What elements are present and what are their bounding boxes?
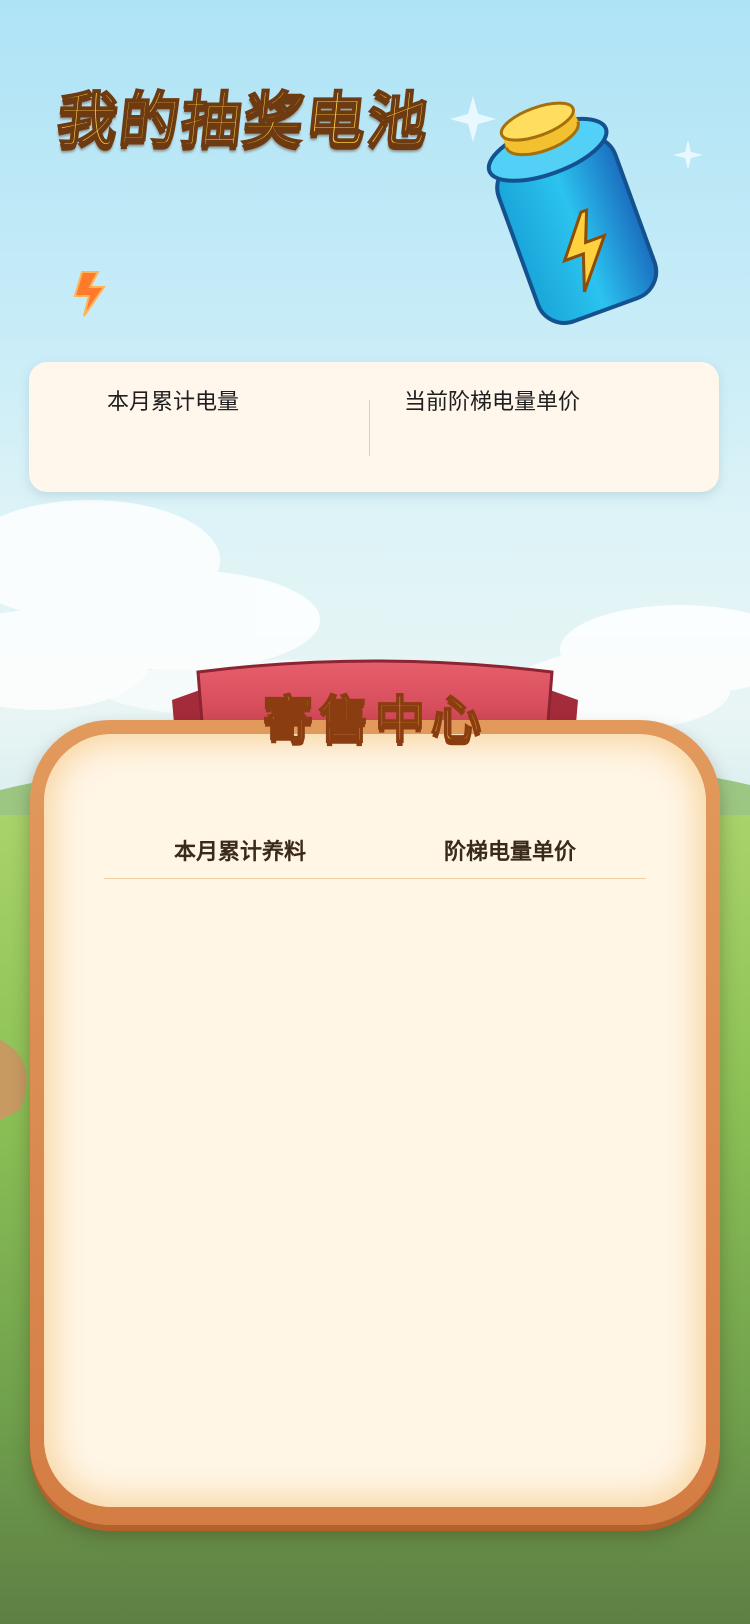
electricity-stats-card: 本月累计电量 当前阶梯电量单价 [29,362,719,492]
consignment-title: 寄售中心 [262,690,487,750]
header-divider [104,878,646,879]
monthly-electricity-label: 本月累计电量 [107,390,240,415]
tier-price-label: 当前阶梯电量单价 [404,390,581,415]
column-header-feed: 本月累计养料 [174,840,307,865]
column-header-price: 阶梯电量单价 [444,840,577,865]
consignment-panel-body: 本月累计养料 阶梯电量单价 [44,734,706,1507]
page-title: 我的抽奖电池 [53,85,434,157]
lightning-icon [73,271,106,317]
battery-icon [486,101,659,325]
consignment-panel: 本月累计养料 阶梯电量单价 [30,720,720,1525]
card-divider [369,400,370,456]
